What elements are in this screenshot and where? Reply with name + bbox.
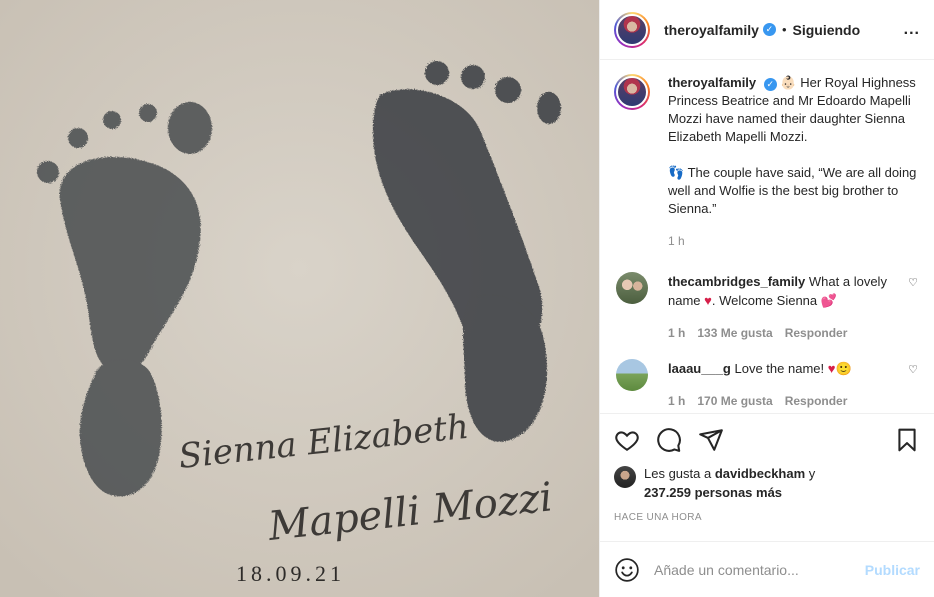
save-bookmark-icon[interactable] <box>894 427 920 453</box>
following-button[interactable]: Siguiendo <box>793 22 861 38</box>
comment-time[interactable]: 1 h <box>668 326 685 340</box>
like-heart-icon[interactable] <box>614 427 640 453</box>
birth-date: 18.09.21 <box>236 561 345 586</box>
comment-item: thecambridges_family What a lovely name … <box>614 272 920 343</box>
caption-avatar[interactable] <box>614 74 650 110</box>
comment-username[interactable]: laaau___g <box>668 361 731 376</box>
caption-username[interactable]: theroyalfamily <box>668 75 756 90</box>
comment-time[interactable]: 1 h <box>668 394 685 408</box>
commenter-avatar[interactable] <box>616 359 648 391</box>
post-sidebar: theroyalfamily ✓ • Siguiendo ... theroya… <box>600 0 934 597</box>
heart-smile-emoji-icon: ♥🙂 <box>827 361 852 376</box>
liker-avatar[interactable] <box>614 466 636 488</box>
likes-summary: Les gusta a davidbeckham y 237.259 perso… <box>614 464 920 502</box>
commenter-avatar[interactable] <box>616 272 648 304</box>
caption-time[interactable]: 1 h <box>668 232 920 250</box>
like-comment-heart-icon[interactable]: ♡ <box>908 276 918 289</box>
comments-section[interactable]: theroyalfamily ✓ 👶🏻 Her Royal Highness P… <box>600 60 934 413</box>
comment-input[interactable] <box>654 561 865 578</box>
post-image[interactable]: Sienna Elizabeth Mapelli Mozzi 18.09.21 <box>0 0 599 597</box>
likes-count[interactable]: 237.259 personas más <box>644 485 782 500</box>
hearts-emoji-icon: 💕 <box>820 293 837 308</box>
comment-text: Love the name! <box>734 361 825 376</box>
like-comment-heart-icon[interactable]: ♡ <box>908 363 918 376</box>
comment-text-cont: . Welcome Sienna <box>711 293 818 308</box>
comment-username[interactable]: thecambridges_family <box>668 274 805 289</box>
heart-emoji-icon: ♥ <box>704 293 712 308</box>
caption-text-2: 👣 The couple have said, “We are all doin… <box>668 165 917 216</box>
reply-button[interactable]: Responder <box>785 394 848 408</box>
emoji-smile-icon[interactable] <box>614 557 640 583</box>
add-comment-bar: Publicar <box>600 541 934 597</box>
likes-conj: y <box>808 466 816 481</box>
share-paper-plane-icon[interactable] <box>698 427 724 453</box>
footprints-artwork: Sienna Elizabeth Mapelli Mozzi 18.09.21 <box>0 0 599 597</box>
publish-button[interactable]: Publicar <box>865 562 920 578</box>
more-options-icon[interactable]: ... <box>904 21 920 39</box>
post-timestamp[interactable]: Hace una hora <box>614 512 920 523</box>
comment-likes[interactable]: 170 Me gusta <box>697 394 772 408</box>
instagram-post: Sienna Elizabeth Mapelli Mozzi 18.09.21 … <box>0 0 934 597</box>
verified-badge-icon: ✓ <box>763 78 777 91</box>
separator-dot: • <box>781 22 787 37</box>
profile-avatar[interactable] <box>614 11 650 48</box>
liker-username[interactable]: davidbeckham <box>715 466 805 481</box>
comment-likes[interactable]: 133 Me gusta <box>697 326 772 340</box>
header-username[interactable]: theroyalfamily <box>664 22 759 38</box>
reply-button[interactable]: Responder <box>785 326 848 340</box>
verified-badge-icon: ✓ <box>762 23 776 36</box>
post-header: theroyalfamily ✓ • Siguiendo ... <box>600 0 934 60</box>
comment-item: laaau___g Love the name! ♥🙂 1 h 170 Me gu… <box>614 359 920 411</box>
caption: theroyalfamily ✓ 👶🏻 Her Royal Highness P… <box>614 74 920 250</box>
post-actions: Les gusta a davidbeckham y 237.259 perso… <box>600 413 934 523</box>
likes-prefix: Les gusta a <box>644 466 712 481</box>
comment-bubble-icon[interactable] <box>656 427 682 453</box>
